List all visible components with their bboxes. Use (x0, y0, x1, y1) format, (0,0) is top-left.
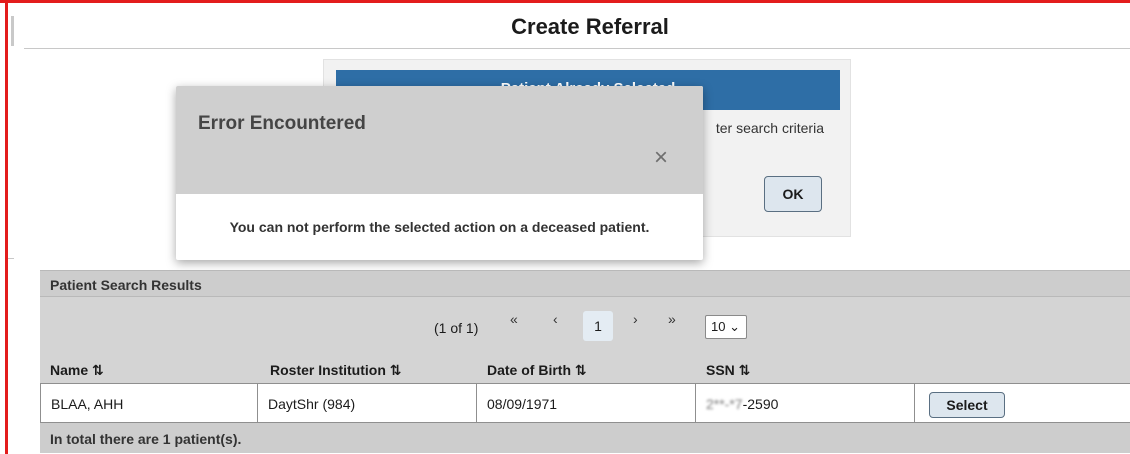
red-border-top (0, 0, 1130, 3)
first-page-icon[interactable]: « (510, 311, 518, 327)
table-row[interactable]: BLAA, AHH DaytShr (984) 08/09/1971 2**-*… (40, 383, 1130, 423)
app-frame: Create Referral Patient Already Selected… (0, 0, 1130, 454)
rows-per-page-select[interactable]: 10 ⌄ (705, 315, 747, 339)
prev-page-icon[interactable]: ‹ (553, 311, 558, 327)
pagination-bar: (1 of 1) « ‹ 1 › » 10 ⌄ Name ⇅ Roster In… (40, 297, 1130, 383)
modal-title: Error Encountered (198, 113, 366, 134)
page-title: Create Referral (511, 14, 669, 39)
red-border-left (5, 0, 8, 454)
ssn-tail: -2590 (742, 396, 779, 412)
last-page-icon[interactable]: » (668, 311, 676, 327)
modal-header: Error Encountered × (176, 86, 703, 194)
panel-text: ter search criteria (715, 120, 824, 136)
ssn-masked: 2**-*7 (706, 396, 743, 412)
cell-roster-institution: DaytShr (984) (258, 384, 477, 422)
next-page-icon[interactable]: › (633, 311, 638, 327)
error-modal: Error Encountered × You can not perform … (176, 86, 703, 260)
current-page-button[interactable]: 1 (583, 311, 613, 341)
patient-search-results: Patient Search Results (1 of 1) « ‹ 1 › … (40, 270, 1130, 453)
cell-name: BLAA, AHH (40, 384, 258, 422)
column-header-name[interactable]: Name ⇅ (50, 362, 104, 379)
title-rule (24, 48, 1130, 49)
cell-ssn: 2**-*7-2590 (696, 384, 915, 422)
column-header-date-of-birth[interactable]: Date of Birth ⇅ (487, 362, 587, 379)
results-heading: Patient Search Results (40, 270, 1130, 297)
page-count: (1 of 1) (434, 320, 479, 336)
column-header-ssn[interactable]: SSN ⇅ (706, 362, 750, 379)
close-icon[interactable]: × (654, 146, 668, 170)
select-button[interactable]: Select (929, 392, 1005, 418)
column-header-roster-institution[interactable]: Roster Institution ⇅ (270, 362, 402, 379)
left-rule (8, 258, 14, 259)
results-total: In total there are 1 patient(s). (40, 423, 1130, 453)
cell-date-of-birth: 08/09/1971 (477, 384, 696, 422)
modal-message: You can not perform the selected action … (229, 219, 650, 235)
ok-button[interactable]: OK (764, 176, 822, 212)
